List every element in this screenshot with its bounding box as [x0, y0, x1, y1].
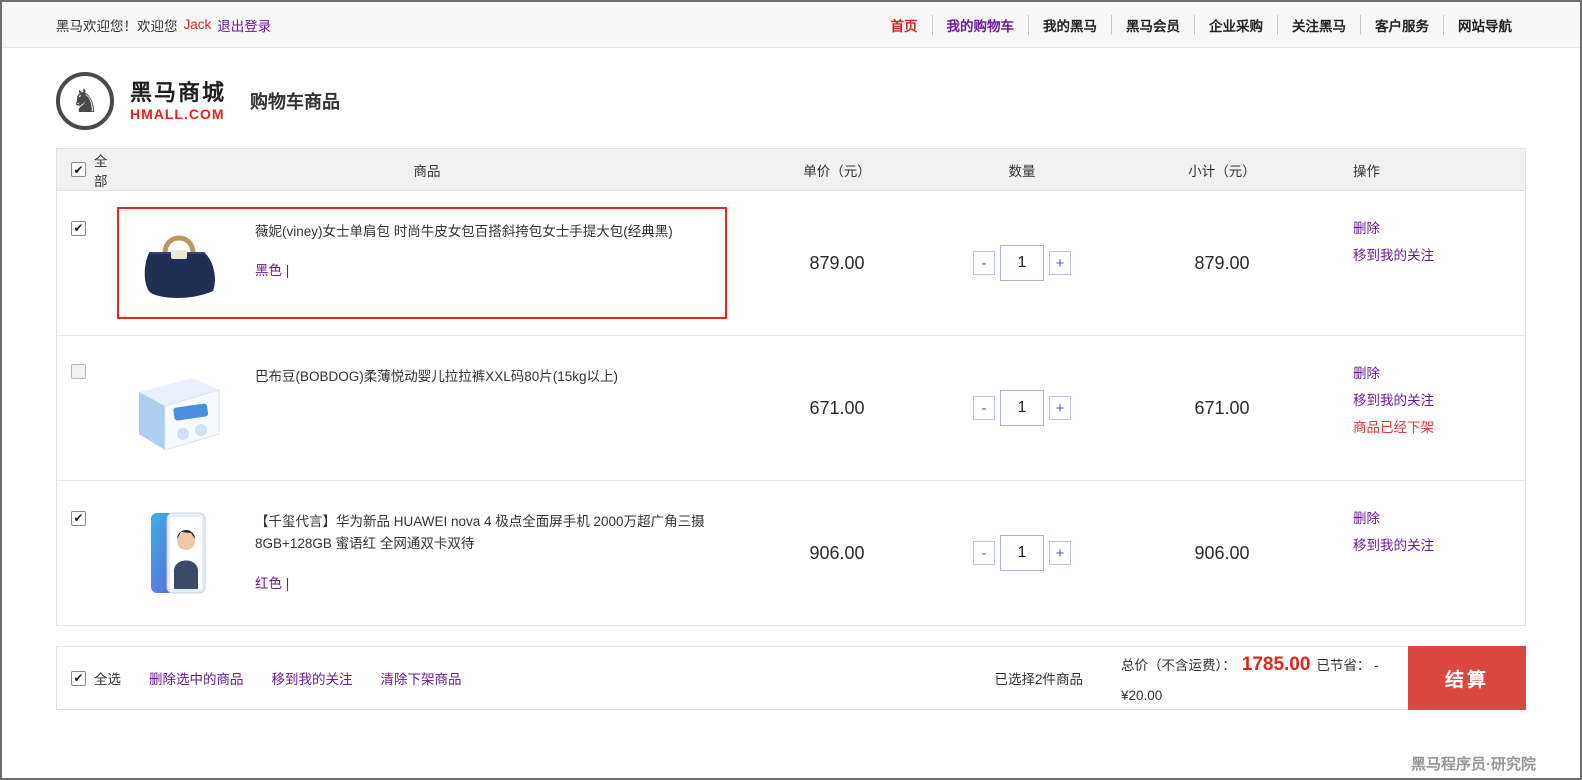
- item-actions: 删除 移到我的关注: [1337, 497, 1525, 609]
- select-all-checkbox-header[interactable]: [71, 162, 86, 177]
- header-quantity: 数量: [1008, 163, 1036, 179]
- cart-footer-bar: 全选 删除选中的商品 移到我的关注 清除下架商品 已选择2件商品 总价（不含运费…: [56, 646, 1526, 710]
- item-check-cell: [57, 207, 117, 319]
- item-check-cell: [57, 352, 117, 464]
- quantity-stepper: - 1 +: [937, 535, 1107, 571]
- off-shelf-note: 商品已经下架: [1353, 420, 1434, 435]
- unit-price: 671.00: [809, 397, 865, 418]
- product-selection-box: 巴布豆(BOBDOG)柔薄悦动婴儿拉拉裤XXL码80片(15kg以上): [117, 352, 727, 464]
- product-cell: 巴布豆(BOBDOG)柔薄悦动婴儿拉拉裤XXL码80片(15kg以上): [117, 352, 737, 464]
- brand-domain: HMALL.COM: [130, 105, 225, 122]
- product-cell: 【千玺代言】华为新品 HUAWEI nova 4 极点全面屏手机 2000万超广…: [117, 497, 737, 609]
- unit-price: 906.00: [809, 542, 865, 563]
- top-navigation: 首页 我的购物车 我的黑马 黑马会员 企业采购 关注黑马 客户服务 网站导航: [877, 14, 1527, 35]
- nav-item-my-cart[interactable]: 我的购物车: [931, 14, 1029, 35]
- header-subtotal: 小计（元）: [1188, 163, 1256, 179]
- welcome-area: 黑马欢迎您！欢迎您 Jack 退出登录: [56, 15, 271, 35]
- table-header: 全部 商品 单价（元） 数量 小计（元） 操作: [57, 149, 1525, 191]
- username: Jack: [183, 17, 212, 32]
- cart-item-row-diapers: 巴布豆(BOBDOG)柔薄悦动婴儿拉拉裤XXL码80片(15kg以上) 671.…: [57, 336, 1525, 481]
- cart-table: 全部 商品 单价（元） 数量 小计（元） 操作: [56, 148, 1526, 626]
- item-actions: 删除 移到我的关注 商品已经下架: [1337, 352, 1525, 464]
- product-info: 薇妮(viney)女士单肩包 时尚牛皮女包百搭斜挎包女士手提大包(经典黑) 黑色…: [255, 217, 673, 309]
- cart-item-row-phone: 【千玺代言】华为新品 HUAWEI nova 4 极点全面屏手机 2000万超广…: [57, 481, 1525, 625]
- cart-item-row-handbag: 薇妮(viney)女士单肩包 时尚牛皮女包百搭斜挎包女士手提大包(经典黑) 黑色…: [57, 191, 1525, 336]
- header-select-all-cell: 全部: [57, 150, 117, 190]
- bulk-actions: 删除选中的商品 移到我的关注 清除下架商品: [121, 668, 462, 688]
- item-actions: 删除 移到我的关注: [1337, 207, 1525, 319]
- product-selection-box: 薇妮(viney)女士单肩包 时尚牛皮女包百搭斜挎包女士手提大包(经典黑) 黑色…: [117, 207, 727, 319]
- quantity-increase-button[interactable]: +: [1049, 396, 1071, 420]
- watermark: 黑马程序员·研究院: [1411, 756, 1536, 773]
- quantity-stepper: - 1 +: [937, 245, 1107, 281]
- subtotal: 671.00: [1194, 397, 1250, 418]
- product-info: 巴布豆(BOBDOG)柔薄悦动婴儿拉拉裤XXL码80片(15kg以上): [255, 362, 618, 454]
- subtotal: 879.00: [1194, 252, 1250, 273]
- quantity-stepper: - 1 +: [937, 390, 1107, 426]
- clear-off-shelf-link[interactable]: 清除下架商品: [381, 668, 462, 688]
- header-actions: 操作: [1353, 163, 1380, 179]
- nav-item-home[interactable]: 首页: [877, 15, 932, 35]
- horse-logo-icon[interactable]: ♞: [56, 72, 114, 130]
- total-label: 总价（不含运费）：: [1121, 658, 1236, 674]
- delete-selected-link[interactable]: 删除选中的商品: [149, 668, 244, 688]
- total-block: 总价（不含运费）： 1785.00 已节省： -¥20.00: [1121, 647, 1393, 709]
- product-title[interactable]: 巴布豆(BOBDOG)柔薄悦动婴儿拉拉裤XXL码80片(15kg以上): [255, 366, 618, 388]
- delete-link[interactable]: 删除: [1353, 362, 1525, 382]
- quantity-decrease-button[interactable]: -: [973, 541, 995, 565]
- nav-item-sitemap[interactable]: 网站导航: [1443, 14, 1526, 35]
- shopping-cart-page: 黑马欢迎您！欢迎您 Jack 退出登录 首页 我的购物车 我的黑马 黑马会员 企…: [0, 0, 1582, 780]
- quantity-decrease-button[interactable]: -: [973, 251, 995, 275]
- logout-link[interactable]: 退出登录: [217, 15, 271, 35]
- nav-item-my-heima[interactable]: 我的黑马: [1028, 14, 1111, 35]
- top-bar: 黑马欢迎您！欢迎您 Jack 退出登录 首页 我的购物车 我的黑马 黑马会员 企…: [2, 2, 1580, 48]
- nav-item-membership[interactable]: 黑马会员: [1111, 14, 1194, 35]
- product-variant-link[interactable]: 黑色 |: [255, 259, 289, 279]
- page-title: 购物车商品: [250, 92, 341, 112]
- quantity-increase-button[interactable]: +: [1049, 251, 1071, 275]
- product-image-phone[interactable]: [129, 507, 229, 599]
- move-to-favorites-link[interactable]: 移到我的关注: [1353, 389, 1525, 409]
- quantity-increase-button[interactable]: +: [1049, 541, 1071, 565]
- header-select-all-label: 全部: [94, 153, 108, 189]
- item-checkbox[interactable]: [71, 220, 86, 236]
- product-info: 【千玺代言】华为新品 HUAWEI nova 4 极点全面屏手机 2000万超广…: [255, 507, 715, 599]
- brand-name: 黑马商城: [130, 80, 227, 106]
- nav-item-customer-service[interactable]: 客户服务: [1360, 14, 1443, 35]
- page-header: ♞ 黑马商城 HMALL.COM 购物车商品: [2, 48, 1580, 148]
- nav-item-follow[interactable]: 关注黑马: [1277, 14, 1360, 35]
- selected-count: 已选择2件商品: [994, 672, 1083, 687]
- unit-price: 879.00: [809, 252, 865, 273]
- total-value: 1785.00: [1241, 654, 1311, 676]
- header-unit-price: 单价（元）: [803, 163, 871, 179]
- nav-item-enterprise[interactable]: 企业采购: [1194, 14, 1277, 35]
- item-checkbox[interactable]: [71, 364, 86, 379]
- select-all-label: 全选: [94, 672, 121, 687]
- quantity-value[interactable]: 1: [1000, 245, 1044, 281]
- item-checkbox[interactable]: [71, 510, 86, 526]
- product-image-diapers[interactable]: [129, 362, 229, 454]
- savings-label: 已节省：: [1316, 658, 1371, 674]
- move-to-favorites-link[interactable]: 移到我的关注: [1353, 534, 1525, 554]
- delete-link[interactable]: 删除: [1353, 217, 1525, 237]
- product-cell: 薇妮(viney)女士单肩包 时尚牛皮女包百搭斜挎包女士手提大包(经典黑) 黑色…: [117, 207, 737, 319]
- move-selected-to-favorites-link[interactable]: 移到我的关注: [272, 668, 353, 688]
- welcome-text: 黑马欢迎您！欢迎您: [56, 18, 178, 34]
- quantity-decrease-button[interactable]: -: [973, 396, 995, 420]
- quantity-value[interactable]: 1: [1000, 390, 1044, 426]
- brand-text: 黑马商城 HMALL.COM: [130, 80, 226, 121]
- delete-link[interactable]: 删除: [1353, 507, 1525, 527]
- subtotal: 906.00: [1194, 542, 1250, 563]
- product-variant-link[interactable]: 红色 |: [255, 572, 289, 592]
- select-all-checkbox[interactable]: [71, 670, 86, 686]
- product-title[interactable]: 薇妮(viney)女士单肩包 时尚牛皮女包百搭斜挎包女士手提大包(经典黑): [255, 221, 673, 243]
- header-product: 商品: [413, 163, 441, 179]
- product-selection-box: 【千玺代言】华为新品 HUAWEI nova 4 极点全面屏手机 2000万超广…: [117, 497, 727, 609]
- quantity-value[interactable]: 1: [1000, 535, 1044, 571]
- move-to-favorites-link[interactable]: 移到我的关注: [1353, 244, 1525, 264]
- product-image-handbag[interactable]: [129, 217, 229, 309]
- item-check-cell: [57, 497, 117, 609]
- checkout-button[interactable]: 结算: [1408, 646, 1526, 710]
- product-title[interactable]: 【千玺代言】华为新品 HUAWEI nova 4 极点全面屏手机 2000万超广…: [255, 511, 715, 556]
